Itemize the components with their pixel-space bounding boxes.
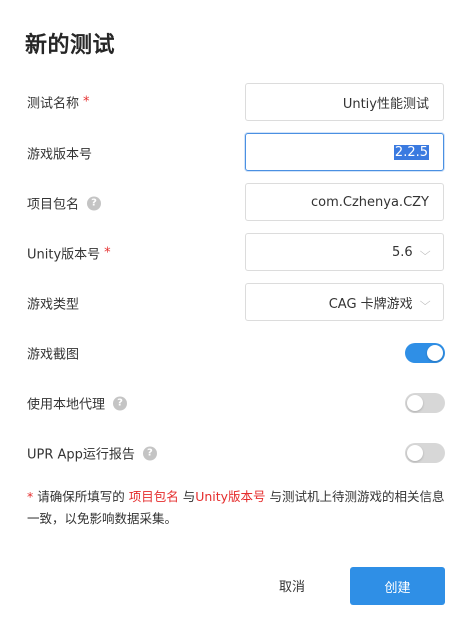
screenshot-toggle[interactable] xyxy=(405,343,445,363)
toggle-knob xyxy=(427,345,443,361)
toggle-knob xyxy=(407,395,423,411)
package-name-label: 项目包名 ? xyxy=(27,194,102,213)
upr-report-row: UPR App运行报告 ? xyxy=(0,433,475,473)
required-mark: * xyxy=(104,245,111,261)
note-highlight-unity: Unity版本号 xyxy=(195,489,266,504)
info-note: * 请确保所填写的 项目包名 与Unity版本号 与测试机上待测游戏的相关信息一… xyxy=(27,489,445,526)
help-icon[interactable]: ? xyxy=(113,396,128,410)
test-name-label: 测试名称 * xyxy=(27,94,90,112)
screenshot-label: 游戏截图 xyxy=(27,347,80,363)
upr-report-label: UPR App运行报告 ? xyxy=(27,444,157,463)
local-proxy-toggle[interactable] xyxy=(405,393,445,413)
game-type-select[interactable]: CAG 卡牌游戏 ⌵ xyxy=(245,283,444,321)
help-icon[interactable]: ? xyxy=(87,196,102,210)
local-proxy-row: 使用本地代理 ? xyxy=(0,383,475,423)
local-proxy-label: 使用本地代理 ? xyxy=(27,394,128,413)
cancel-button[interactable]: 取消 xyxy=(262,567,322,603)
selected-text: 2.2.5 xyxy=(393,144,429,160)
create-button[interactable]: 创建 xyxy=(350,567,445,605)
game-version-label: 游戏版本号 xyxy=(27,147,93,163)
note-highlight-package: 项目包名 xyxy=(128,489,179,504)
unity-version-label: Unity版本号 * xyxy=(27,245,111,263)
screenshot-row: 游戏截图 xyxy=(0,333,475,373)
game-version-input[interactable]: 2.2.5 xyxy=(245,133,444,171)
unity-version-select[interactable]: 5.6 ⌵ xyxy=(245,233,444,271)
chevron-down-icon: ⌵ xyxy=(419,295,431,308)
dialog-title: 新的测试 xyxy=(25,33,116,58)
test-name-input[interactable]: Untiy性能测试 xyxy=(245,83,444,121)
chevron-down-icon: ⌵ xyxy=(419,245,431,258)
game-type-label: 游戏类型 xyxy=(27,297,80,313)
required-mark: * xyxy=(83,94,90,110)
upr-report-toggle[interactable] xyxy=(405,443,445,463)
toggle-knob xyxy=(407,445,423,461)
package-name-input[interactable]: com.Czhenya.CZY xyxy=(245,183,444,221)
help-icon[interactable]: ? xyxy=(142,446,157,460)
